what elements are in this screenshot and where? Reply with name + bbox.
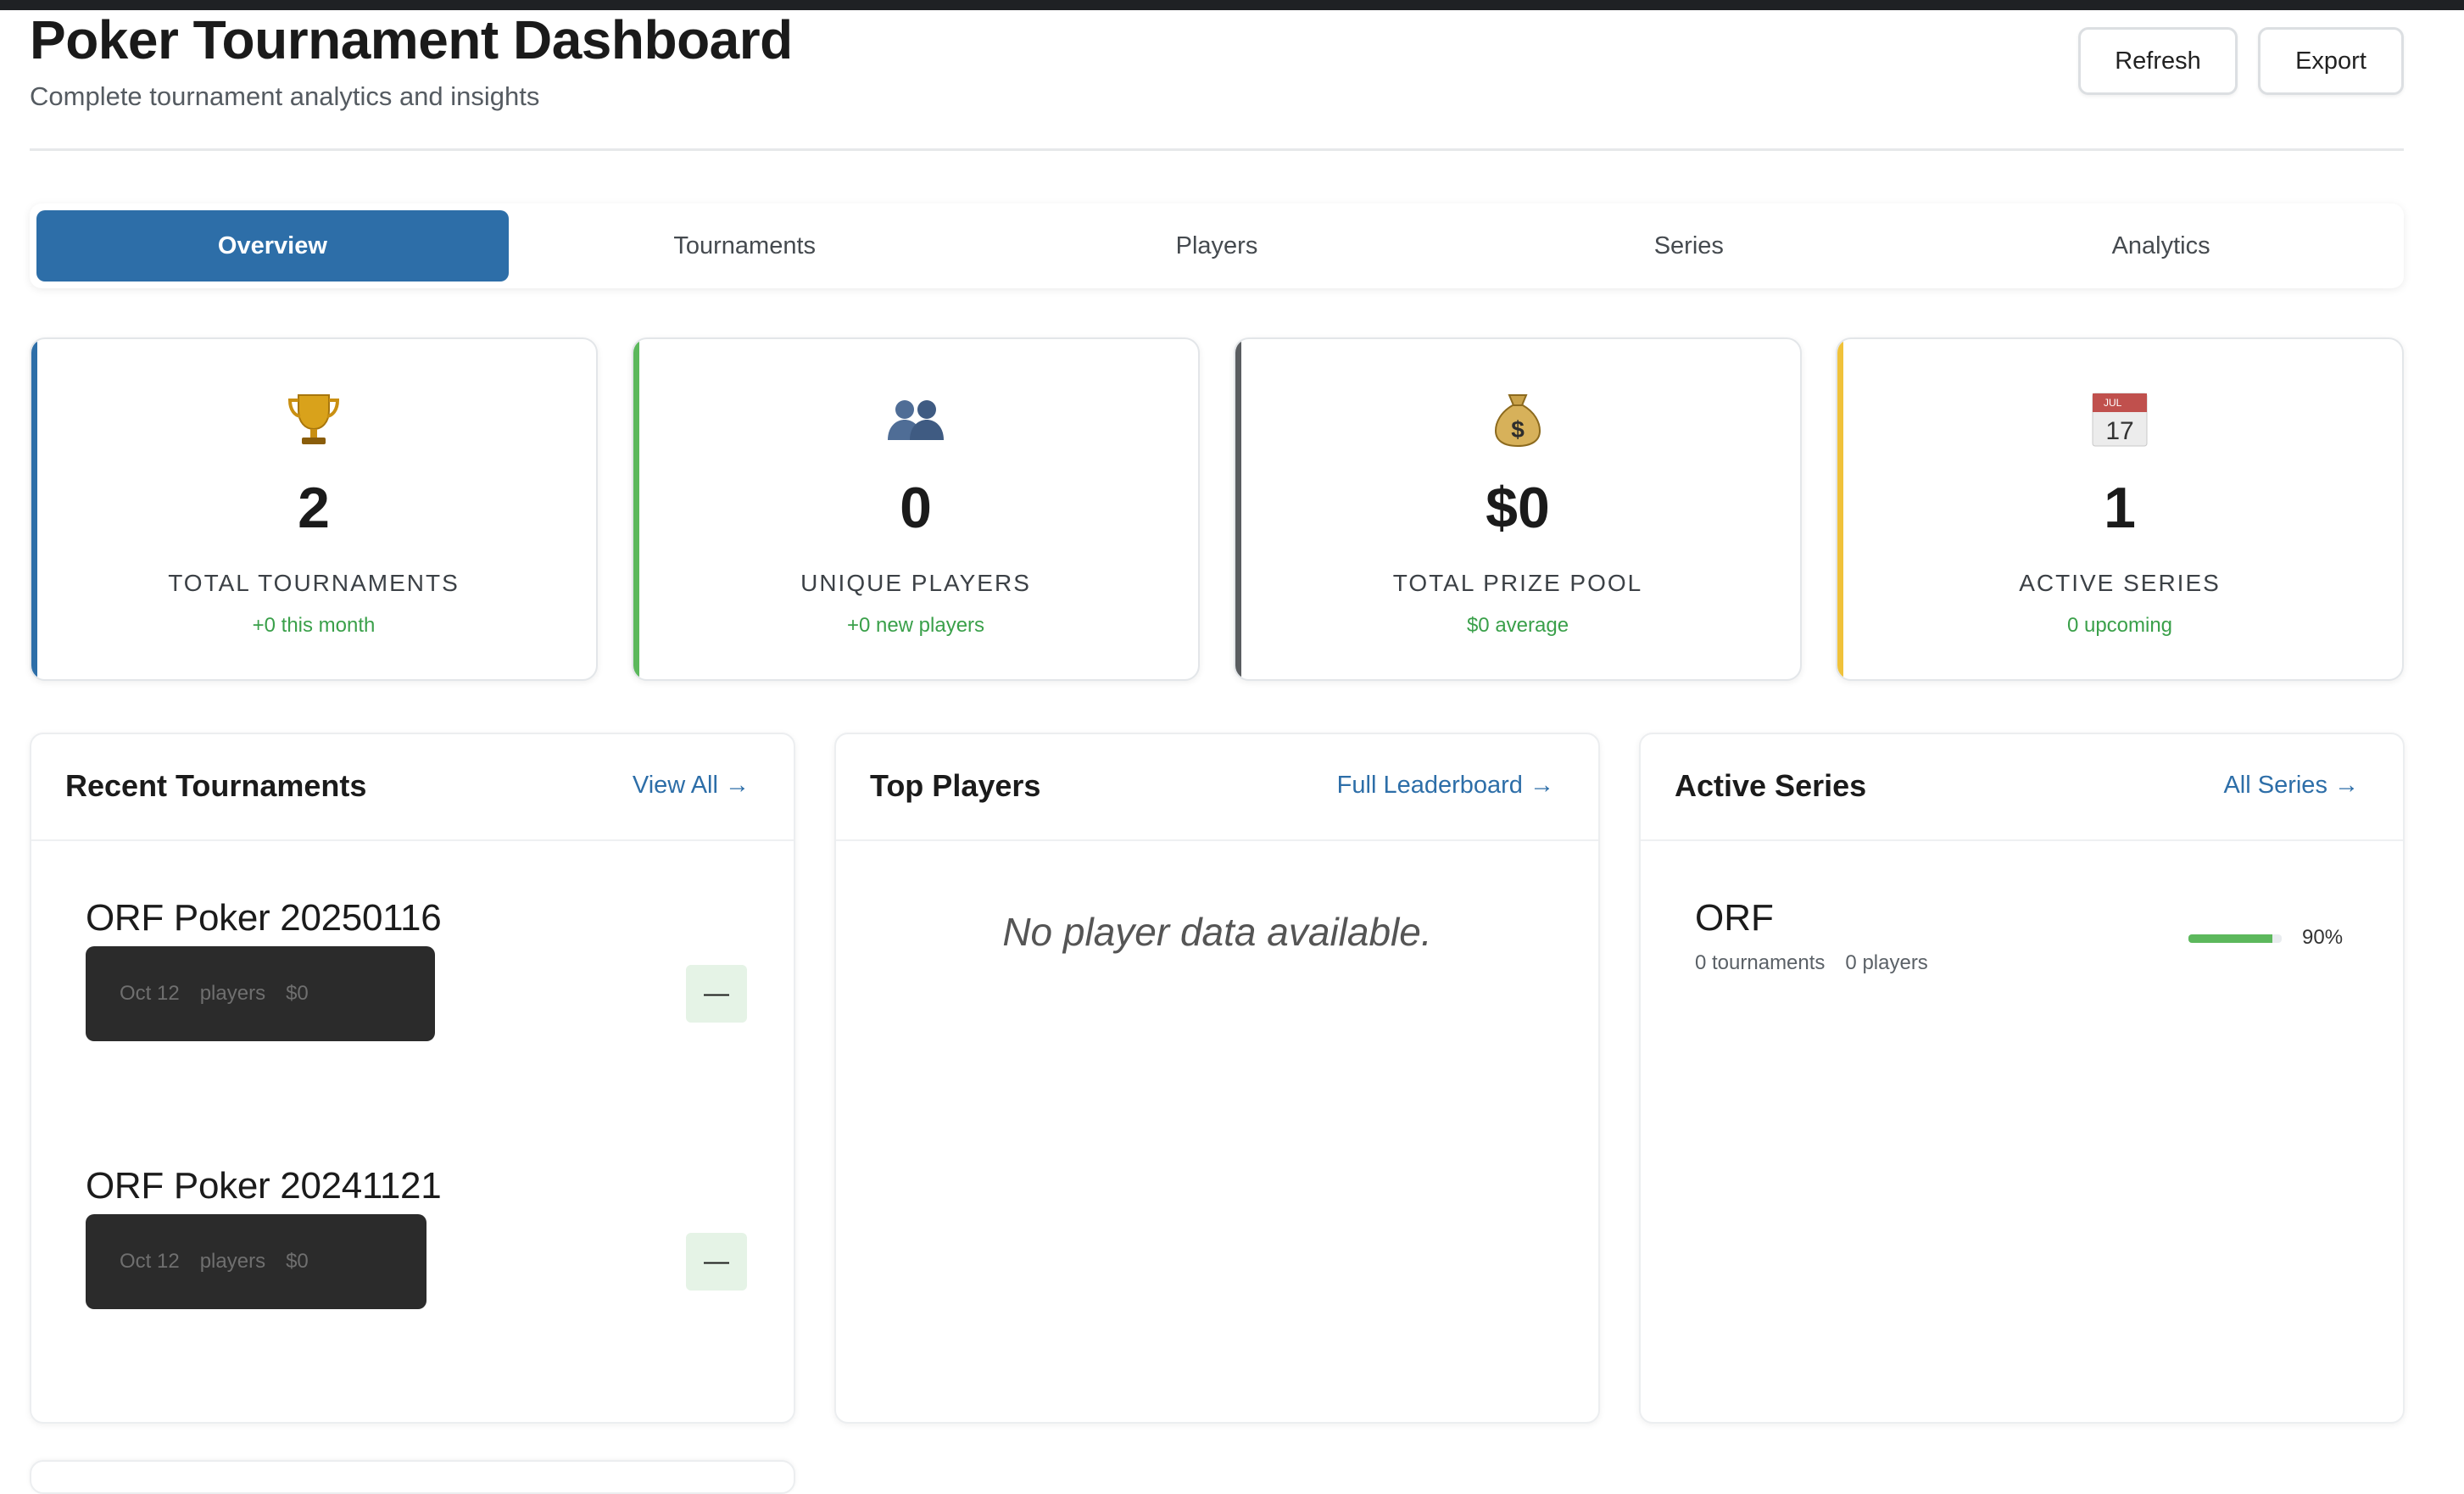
series-player-count: 0 players [1845, 951, 1928, 974]
stats-row: 2 TOTAL TOURNAMENTS +0 this month 0 UNIQ… [30, 337, 2404, 681]
page-subtitle: Complete tournament analytics and insigh… [30, 81, 540, 111]
tournament-name: ORF Poker 20241121 [86, 1165, 442, 1207]
active-series-panel: Active Series All Series → ORF 0 tournam… [1639, 733, 2405, 1424]
panel-title: Recent Tournaments [65, 768, 367, 803]
tournament-name: ORF Poker 20250116 [86, 897, 442, 939]
stat-value: 1 [2104, 476, 2136, 540]
tab-tournaments[interactable]: Tournaments [509, 210, 981, 282]
tab-series[interactable]: Series [1452, 210, 1925, 282]
stat-label: UNIQUE PLAYERS [800, 570, 1031, 596]
panel-title: Top Players [870, 768, 1041, 803]
all-series-link[interactable]: All Series → [2223, 772, 2359, 800]
calendar-icon: JUL 17 [1837, 386, 2402, 454]
tournament-prize: $0 [286, 982, 309, 1005]
stat-card-players: 0 UNIQUE PLAYERS +0 new players [632, 337, 1200, 681]
stat-value: 0 [900, 476, 932, 540]
tab-overview[interactable]: Overview [36, 210, 509, 282]
calendar-day: 17 [2105, 417, 2133, 445]
tournament-players: players [199, 1250, 266, 1273]
stat-trend: $0 average [1466, 614, 1569, 637]
next-panel-edge [30, 1460, 795, 1494]
tournament-status-badge: — [686, 1233, 747, 1291]
calendar-month: JUL [2104, 397, 2122, 409]
page-title: Poker Tournament Dashboard [30, 9, 793, 70]
empty-state-message: No player data available. [1002, 910, 1432, 954]
series-progress-fill [2188, 934, 2272, 943]
panel-title: Active Series [1675, 768, 1867, 803]
page-header: Poker Tournament Dashboard Complete tour… [30, 10, 2404, 151]
series-name[interactable]: ORF [1695, 897, 1774, 939]
tournament-players: players [199, 982, 266, 1005]
tournament-meta: Oct 12 players $0 [86, 1214, 426, 1309]
series-progress-bar [2188, 934, 2282, 943]
stat-card-tournaments: 2 TOTAL TOURNAMENTS +0 this month [30, 337, 598, 681]
stat-label: ACTIVE SERIES [2019, 570, 2221, 596]
trophy-icon [31, 386, 596, 454]
tab-players[interactable]: Players [981, 210, 1453, 282]
tournament-meta: Oct 12 players $0 [86, 946, 435, 1041]
stat-value: 2 [298, 476, 330, 540]
stat-card-series: JUL 17 1 ACTIVE SERIES 0 upcoming [1836, 337, 2404, 681]
stat-trend: 0 upcoming [2066, 614, 2173, 637]
tournament-date: Oct 12 [120, 1250, 180, 1273]
export-button[interactable]: Export [2258, 27, 2404, 95]
stat-value: $0 [1486, 476, 1550, 540]
stat-card-prize-pool: $ $0 TOTAL PRIZE POOL $0 average [1234, 337, 1802, 681]
stat-label: TOTAL PRIZE POOL [1392, 570, 1643, 596]
top-players-panel: Top Players Full Leaderboard → No player… [834, 733, 1600, 1424]
tournament-item[interactable]: ORF Poker 20241121 Oct 12 players $0 — [86, 1165, 747, 1309]
money-bag-icon: $ [1235, 386, 1800, 454]
tournament-item[interactable]: ORF Poker 20250116 Oct 12 players $0 — [86, 897, 747, 1041]
stat-label: TOTAL TOURNAMENTS [168, 570, 460, 596]
panel-header: Top Players Full Leaderboard → [836, 734, 1598, 841]
refresh-button[interactable]: Refresh [2078, 27, 2238, 95]
users-icon [633, 386, 1198, 454]
tournament-prize: $0 [286, 1250, 309, 1273]
series-tournament-count: 0 tournaments [1695, 951, 1826, 974]
recent-tournaments-panel: Recent Tournaments View All → ORF Poker … [30, 733, 795, 1424]
tab-analytics[interactable]: Analytics [1925, 210, 2397, 282]
tab-bar: Overview Tournaments Players Series Anal… [30, 203, 2404, 288]
svg-text:$: $ [1511, 416, 1525, 443]
tournament-status-badge: — [686, 965, 747, 1023]
series-meta: 0 tournaments 0 players [1695, 951, 1928, 975]
series-progress-label: 90% [2302, 926, 2344, 949]
stat-trend: +0 new players [846, 614, 985, 637]
tournament-date: Oct 12 [120, 982, 180, 1005]
panel-header: Recent Tournaments View All → [31, 734, 794, 841]
view-all-link[interactable]: View All → [633, 772, 750, 800]
stat-trend: +0 this month [252, 614, 376, 637]
full-leaderboard-link[interactable]: Full Leaderboard → [1337, 772, 1554, 800]
panel-header: Active Series All Series → [1641, 734, 2403, 841]
